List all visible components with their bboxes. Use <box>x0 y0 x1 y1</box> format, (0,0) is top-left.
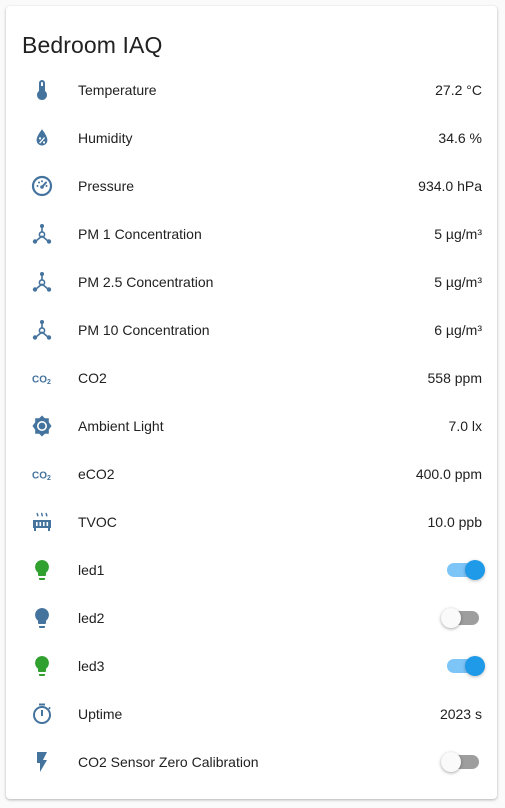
entity-row-eco2[interactable]: CO 2 eCO2 400.0 ppm <box>6 450 497 498</box>
lightbulb-icon <box>26 554 58 586</box>
entity-row-pm25[interactable]: PM 2.5 Concentration 5 µg/m³ <box>6 258 497 306</box>
molecule-co2-icon: CO 2 <box>26 458 58 490</box>
entity-label: Uptime <box>78 706 123 722</box>
entity-list: Temperature 27.2 °C Humidity 34.6 % Pres… <box>6 66 497 786</box>
entity-row-co2-calibration[interactable]: CO2 Sensor Zero Calibration <box>6 738 497 786</box>
lightbulb-icon <box>26 602 58 634</box>
entity-row-humidity[interactable]: Humidity 34.6 % <box>6 114 497 162</box>
molecule-icon <box>26 314 58 346</box>
svg-text:2: 2 <box>47 475 51 482</box>
svg-text:CO: CO <box>32 471 47 482</box>
entity-label: Temperature <box>78 82 157 98</box>
entity-value: 6 µg/m³ <box>434 322 482 338</box>
entity-row-temperature[interactable]: Temperature 27.2 °C <box>6 66 497 114</box>
svg-text:2: 2 <box>47 379 51 386</box>
entity-label: PM 2.5 Concentration <box>78 274 214 290</box>
entity-label: TVOC <box>78 514 117 530</box>
molecule-co2-icon: CO 2 <box>26 362 58 394</box>
entity-value: 934.0 hPa <box>418 178 482 194</box>
entity-value: 5 µg/m³ <box>434 274 482 290</box>
entities-card: Bedroom IAQ Temperature 27.2 °C Humidity… <box>6 6 497 799</box>
molecule-icon <box>26 218 58 250</box>
entity-row-pm1[interactable]: PM 1 Concentration 5 µg/m³ <box>6 210 497 258</box>
entity-label: eCO2 <box>78 466 115 482</box>
entity-row-led3[interactable]: led3 <box>6 642 497 690</box>
entity-value: 10.0 ppb <box>427 514 483 530</box>
entity-label: led2 <box>78 610 105 626</box>
led2-toggle[interactable] <box>441 606 481 630</box>
entity-value: 5 µg/m³ <box>434 226 482 242</box>
toggle-thumb <box>441 608 461 628</box>
entity-label: Pressure <box>78 178 135 194</box>
entity-value: 2023 s <box>439 706 482 722</box>
entity-label: PM 1 Concentration <box>78 226 202 242</box>
entity-label: led1 <box>78 562 105 578</box>
entity-label: PM 10 Concentration <box>78 322 210 338</box>
entity-value: 400.0 ppm <box>415 466 482 482</box>
entity-row-led1[interactable]: led1 <box>6 546 497 594</box>
entity-label: CO2 Sensor Zero Calibration <box>78 754 259 770</box>
svg-text:CO: CO <box>32 375 47 386</box>
entity-row-pressure[interactable]: Pressure 934.0 hPa <box>6 162 497 210</box>
gauge-icon <box>26 170 58 202</box>
radiator-icon <box>26 506 58 538</box>
molecule-icon <box>26 266 58 298</box>
lightbulb-icon <box>26 650 58 682</box>
entity-value: 558 ppm <box>427 370 482 386</box>
flash-icon <box>26 746 58 778</box>
toggle-thumb <box>465 560 485 580</box>
thermometer-icon <box>26 74 58 106</box>
led3-toggle[interactable] <box>445 654 485 678</box>
entity-row-uptime[interactable]: Uptime 2023 s <box>6 690 497 738</box>
led1-toggle[interactable] <box>445 558 485 582</box>
toggle-thumb <box>441 752 461 772</box>
card-title: Bedroom IAQ <box>22 32 163 58</box>
entity-value: 7.0 lx <box>448 418 482 434</box>
water-percent-icon <box>26 122 58 154</box>
entity-row-tvoc[interactable]: TVOC 10.0 ppb <box>6 498 497 546</box>
entity-label: CO2 <box>78 370 107 386</box>
entity-row-ambient-light[interactable]: Ambient Light 7.0 lx <box>6 402 497 450</box>
co2-calibration-toggle[interactable] <box>441 750 481 774</box>
entity-row-co2[interactable]: CO 2 CO2 558 ppm <box>6 354 497 402</box>
entity-label: Ambient Light <box>78 418 164 434</box>
timer-icon <box>26 698 58 730</box>
entity-label: led3 <box>78 658 105 674</box>
entity-value: 27.2 °C <box>435 82 482 98</box>
toggle-thumb <box>465 656 485 676</box>
entity-row-led2[interactable]: led2 <box>6 594 497 642</box>
entity-row-pm10[interactable]: PM 10 Concentration 6 µg/m³ <box>6 306 497 354</box>
entity-label: Humidity <box>78 130 133 146</box>
entity-value: 34.6 % <box>438 130 482 146</box>
brightness-icon <box>26 410 58 442</box>
